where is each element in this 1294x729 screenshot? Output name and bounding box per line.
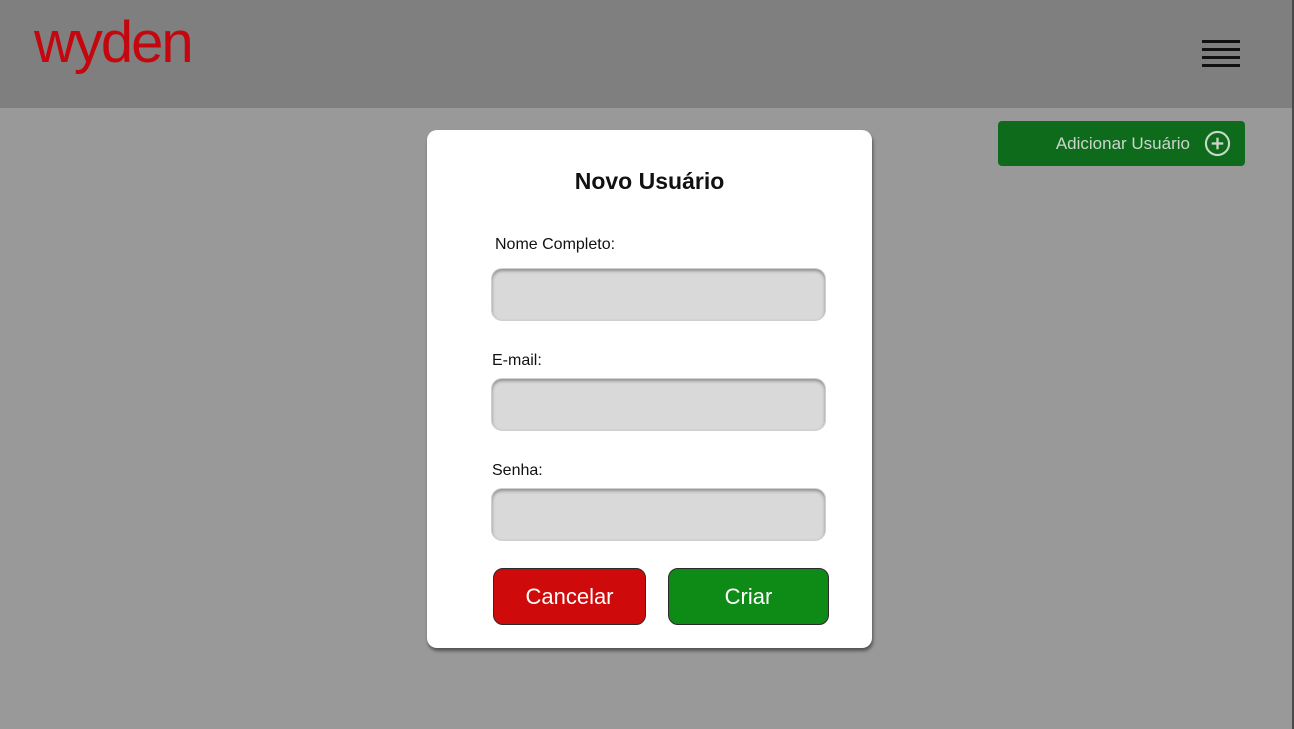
add-user-button[interactable]: Adicionar Usuário	[998, 121, 1245, 166]
password-input[interactable]	[492, 489, 825, 540]
new-user-modal: Novo Usuário Nome Completo: E-mail: Senh…	[427, 130, 872, 648]
full-name-label: Nome Completo:	[495, 236, 616, 253]
app-header: wyden	[0, 0, 1294, 108]
add-user-label: Adicionar Usuário	[1055, 133, 1190, 153]
plus-circle-icon	[1204, 130, 1231, 157]
wyden-logo[interactable]: wyden	[34, 14, 194, 72]
email-input[interactable]	[492, 379, 825, 430]
cancel-button[interactable]: Cancelar	[493, 568, 646, 625]
hamburger-menu-icon[interactable]	[1200, 40, 1242, 70]
full-name-input[interactable]	[492, 269, 825, 320]
email-label: E-mail:	[492, 352, 542, 369]
password-label: Senha:	[492, 462, 543, 479]
create-button[interactable]: Criar	[668, 568, 829, 625]
modal-title: Novo Usuário	[574, 168, 725, 194]
